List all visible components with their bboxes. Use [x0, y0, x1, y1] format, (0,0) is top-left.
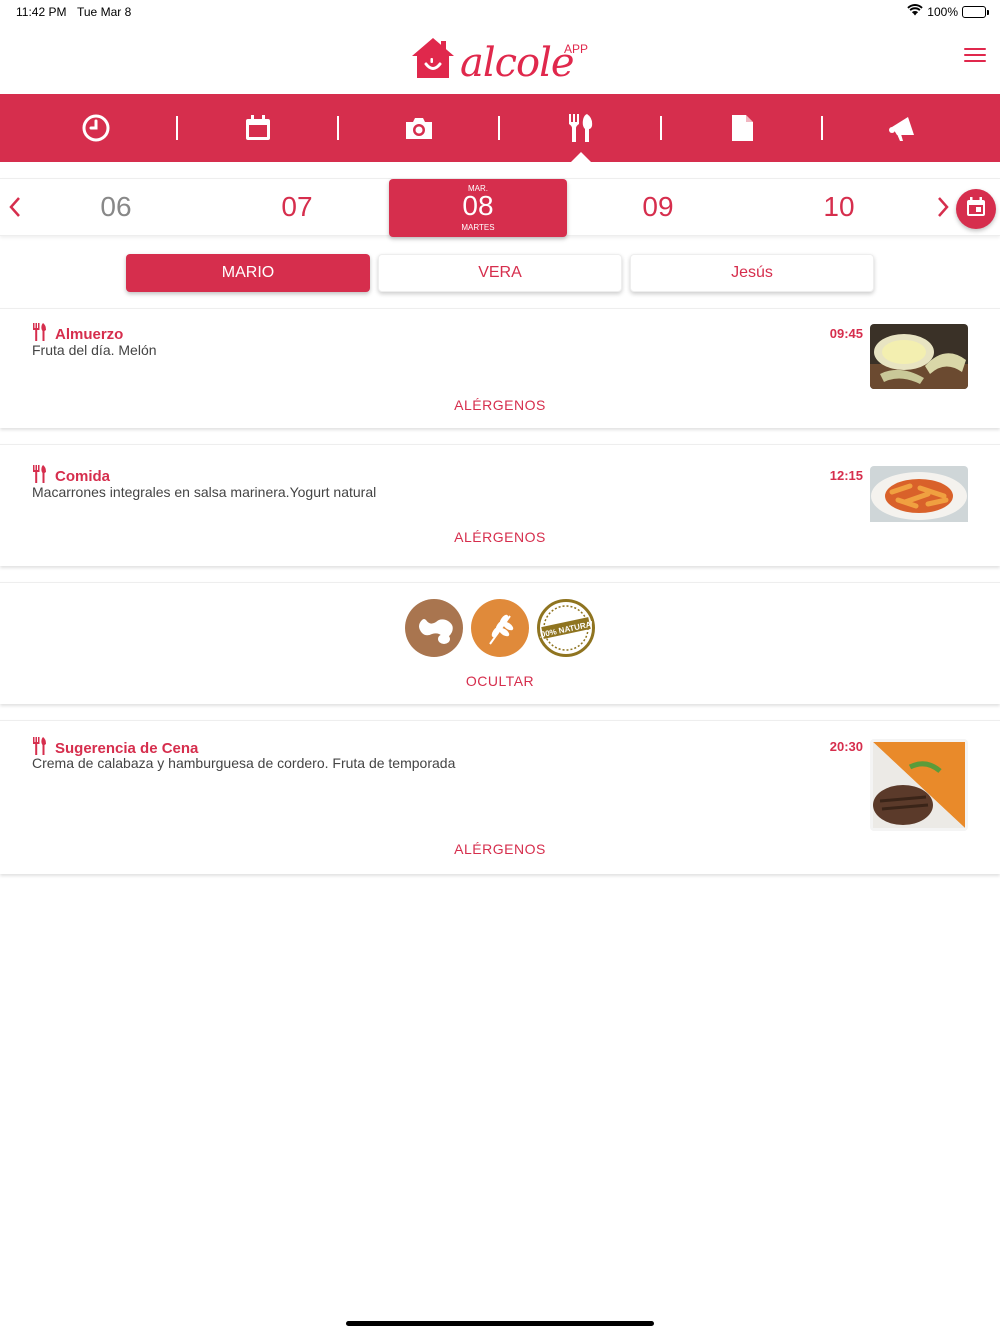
menu-icon[interactable] — [964, 48, 986, 64]
natural-product-seal-icon: 100% NATURAL — [537, 599, 595, 657]
meal-card: Sugerencia de Cena Crema de calabaza y h… — [0, 720, 1000, 874]
next-date-button[interactable] — [936, 195, 950, 224]
meal-title-text: Almuerzo — [55, 325, 124, 343]
home-indicator — [346, 1321, 654, 1326]
tab-separator — [660, 116, 662, 140]
date-item-selected[interactable]: MAR. 08 MARTES — [389, 179, 567, 237]
fork-knife-icon[interactable] — [564, 112, 596, 144]
status-indicators: 100% — [907, 4, 989, 19]
meal-photo-melon[interactable] — [870, 324, 968, 389]
date-item[interactable]: 07 — [257, 191, 337, 223]
wifi-icon — [907, 4, 923, 19]
date-item[interactable]: 10 — [799, 191, 879, 223]
meal-time: 20:30 — [829, 739, 863, 754]
wheat-icon — [471, 599, 529, 657]
meal-photo-soup-burger[interactable] — [870, 739, 968, 831]
app-logo: alcole APP — [410, 36, 588, 86]
active-tab-indicator — [571, 152, 591, 162]
prev-date-button[interactable] — [8, 195, 22, 224]
meal-time: 09:45 — [829, 326, 863, 341]
meal-title-text: Comida — [55, 467, 111, 485]
date-item[interactable]: 06 — [76, 191, 156, 223]
section-tabbar — [0, 94, 1000, 162]
hide-allergens-button[interactable]: OCULTAR — [0, 673, 1000, 689]
meal-card: Almuerzo Fruta del día. Melón 09:45 ALÉR… — [0, 308, 1000, 428]
meal-title-text: Sugerencia de Cena — [55, 739, 199, 757]
calendar-icon[interactable] — [242, 112, 274, 144]
battery-percent: 100% — [927, 4, 958, 19]
meal-description: Crema de calabaza y hamburguesa de corde… — [32, 755, 456, 771]
meal-description: Macarrones integrales en salsa marinera.… — [32, 484, 377, 500]
calendar-icon — [965, 196, 987, 223]
selected-day: 08 — [462, 190, 494, 221]
app-header: alcole APP — [0, 24, 1000, 94]
clock-icon[interactable] — [80, 112, 112, 144]
meal-card: Comida Macarrones integrales en salsa ma… — [0, 444, 1000, 566]
meal-photo-pasta[interactable] — [870, 466, 968, 531]
allergens-link[interactable]: ALÉRGENOS — [0, 841, 1000, 857]
allergens-link[interactable]: ALÉRGENOS — [0, 397, 1000, 413]
status-bar: 11:42 PM Tue Mar 8 100% — [0, 0, 1000, 24]
child-tab-mario[interactable]: MARIO — [126, 254, 370, 292]
meal-description: Fruta del día. Melón — [32, 342, 157, 358]
house-logo-icon — [410, 36, 456, 85]
megaphone-icon[interactable] — [887, 112, 919, 144]
status-time: 11:42 PM — [16, 5, 67, 19]
tab-separator — [337, 116, 339, 140]
tab-separator — [176, 116, 178, 140]
battery-icon — [962, 5, 989, 18]
date-item[interactable]: 09 — [618, 191, 698, 223]
logo-suffix: APP — [564, 42, 589, 56]
camera-icon[interactable] — [403, 112, 435, 144]
meal-time: 12:15 — [829, 468, 863, 483]
child-tab-jesus[interactable]: Jesús — [630, 254, 874, 292]
date-selector: 06 07 MAR. 08 MARTES 09 10 — [0, 178, 1000, 237]
status-date: Tue Mar 8 — [77, 5, 132, 19]
tab-separator — [821, 116, 823, 140]
document-icon[interactable] — [726, 112, 758, 144]
allergens-panel: 100% NATURAL OCULTAR — [0, 582, 1000, 704]
peanut-icon — [405, 599, 463, 657]
logo-text: alcole — [460, 40, 575, 86]
selected-weekday: MARTES — [461, 223, 495, 232]
tab-separator — [498, 116, 500, 140]
allergens-link[interactable]: ALÉRGENOS — [0, 529, 1000, 545]
child-tab-vera[interactable]: VERA — [378, 254, 622, 292]
calendar-picker-button[interactable] — [956, 189, 996, 229]
